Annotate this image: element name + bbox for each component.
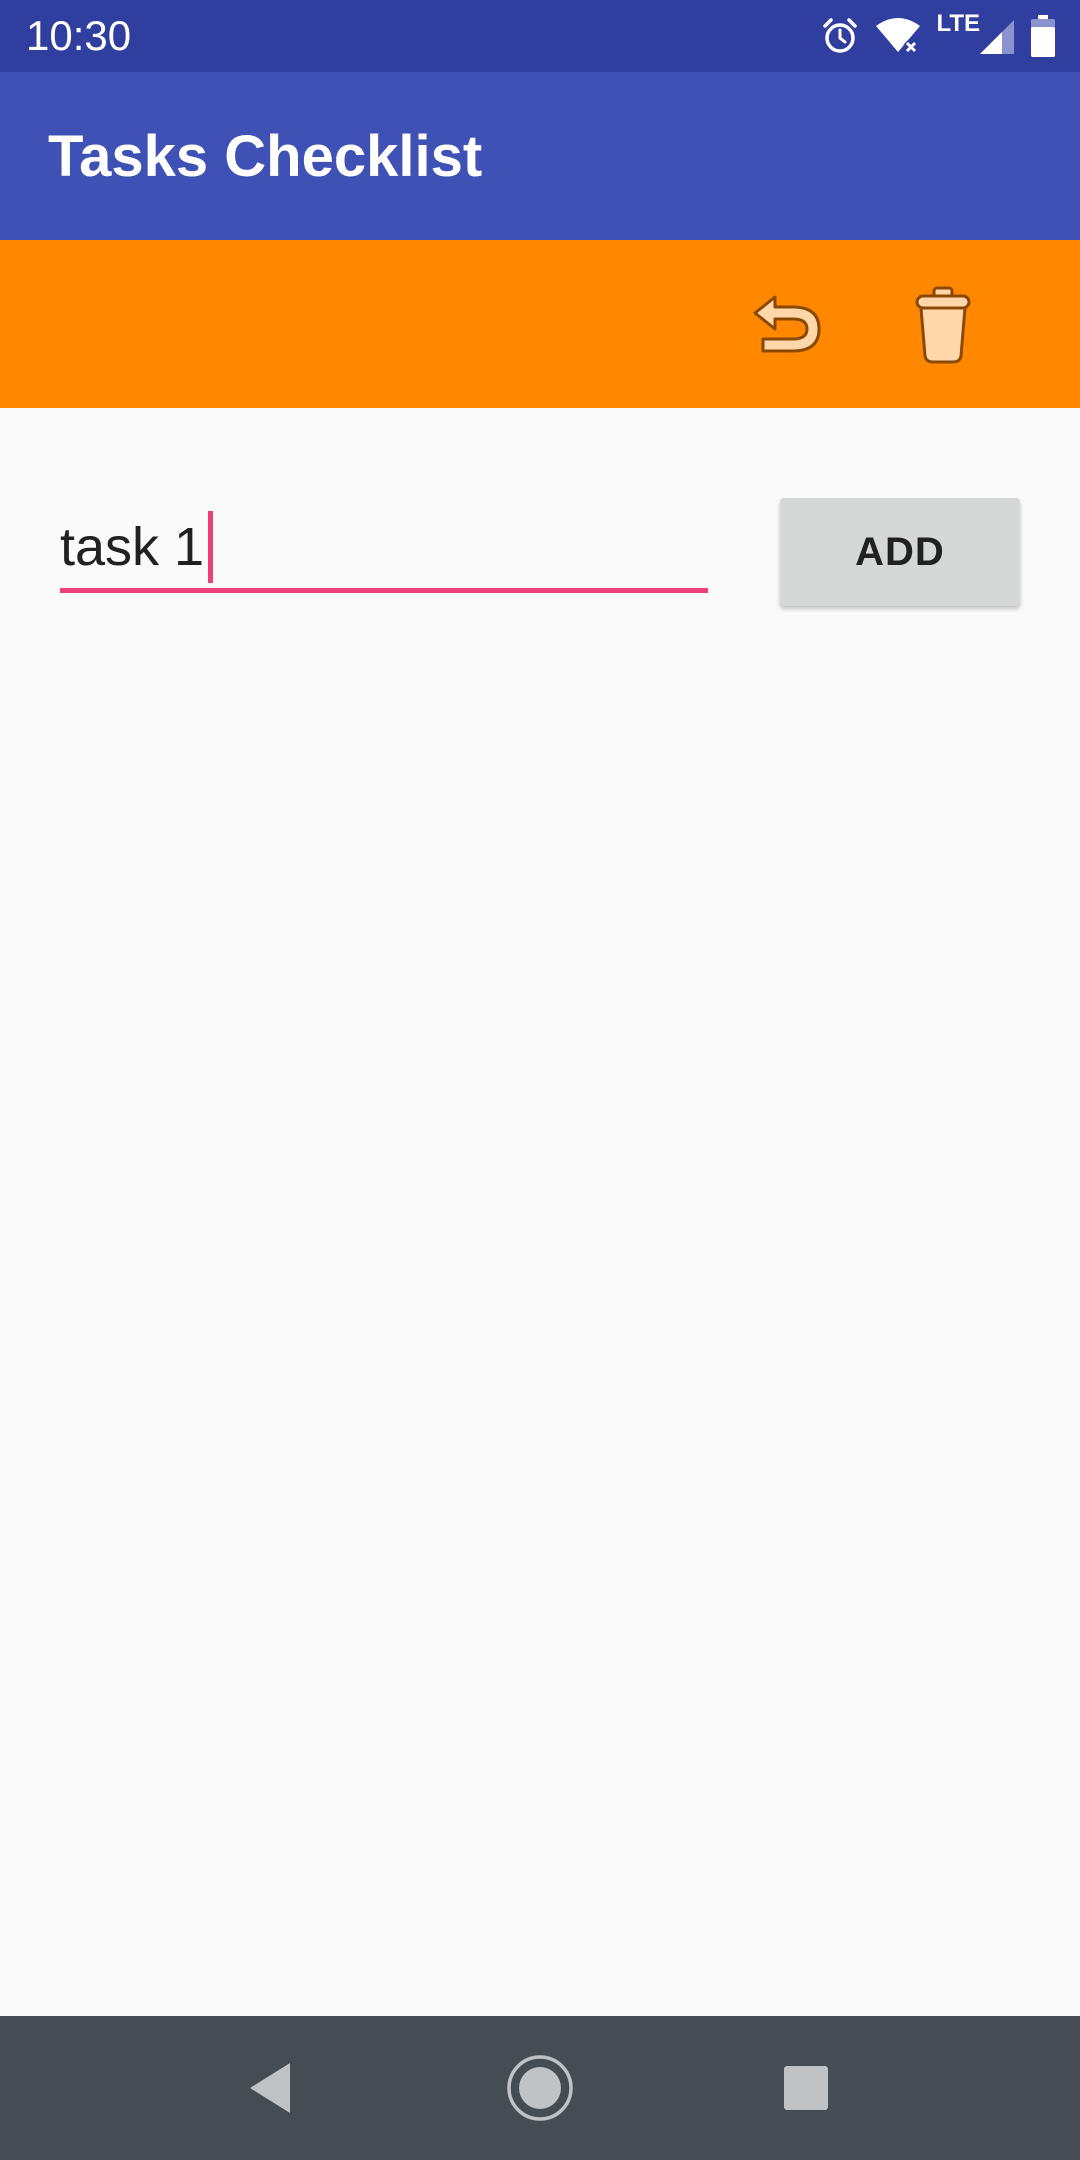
alarm-icon [820, 16, 860, 56]
delete-button[interactable] [898, 280, 988, 370]
status-icons: LTE [806, 10, 1056, 60]
back-button[interactable] [234, 2052, 306, 2124]
home-icon [507, 2055, 573, 2121]
status-time: 10:30 [26, 12, 132, 59]
task-input-field[interactable]: task 1 [60, 500, 708, 596]
add-button[interactable]: ADD [780, 498, 1020, 606]
screen: 10:30 LTE Tasks Checklist task 1 ADD [0, 0, 1080, 2160]
action-toolbar [0, 240, 1080, 408]
cell-signal-icon: LTE [936, 10, 1016, 56]
text-cursor [208, 510, 214, 583]
task-input-text[interactable]: task 1 [60, 510, 214, 587]
task-input-underline [60, 588, 708, 593]
status-bar: 10:30 LTE [0, 0, 1080, 72]
back-icon [250, 2063, 290, 2113]
home-button[interactable] [504, 2052, 576, 2124]
network-type: LTE [936, 10, 980, 37]
undo-icon [753, 295, 821, 353]
wifi-icon [874, 16, 922, 56]
app-bar: Tasks Checklist [0, 72, 1080, 240]
trash-icon [915, 286, 971, 364]
battery-icon [1030, 15, 1056, 57]
task-input-value: task 1 [60, 517, 205, 577]
recents-icon [784, 2066, 828, 2110]
undo-button[interactable] [742, 280, 832, 370]
recents-button[interactable] [770, 2052, 842, 2124]
navigation-bar [0, 2016, 1080, 2160]
app-title: Tasks Checklist [48, 124, 483, 189]
